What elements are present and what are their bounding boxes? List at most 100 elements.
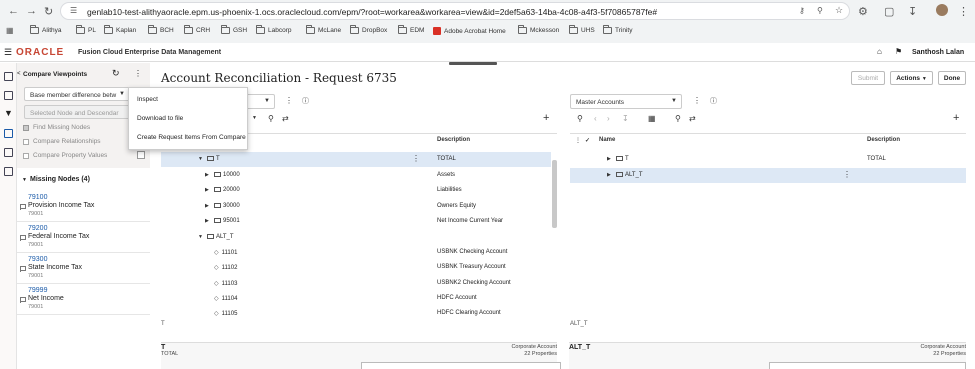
list-item[interactable]: 79999 Net Income 79001	[17, 284, 150, 315]
browser-menu-icon[interactable]: ⋮	[958, 5, 969, 18]
compare-icon[interactable]	[4, 72, 13, 81]
tab-menu-icon[interactable]: ▢	[884, 5, 894, 18]
scrollbar[interactable]	[552, 160, 557, 228]
key-icon[interactable]: ⚷	[799, 6, 805, 15]
property-field[interactable]	[769, 362, 966, 369]
chevron-down-icon[interactable]: ▼	[252, 115, 257, 121]
tree-row[interactable]: ◇ 11103 USBNK2 Checking Account	[161, 276, 551, 291]
tree-row[interactable]: ◇ 11102 USBNK Treasury Account	[161, 260, 551, 275]
tree-row[interactable]: ◇ 11105 HDFC Clearing Account	[161, 306, 551, 318]
property-picker-icon[interactable]	[137, 151, 145, 159]
list-item[interactable]: 79200 Federal Income Tax 79001	[17, 222, 150, 253]
refresh-icon[interactable]: ↻	[112, 68, 120, 79]
tree-row[interactable]: ▶ T TOTAL	[570, 152, 966, 167]
more-icon[interactable]: ⋮	[412, 154, 420, 163]
viewpoint-icon[interactable]	[4, 129, 13, 138]
property-field[interactable]	[361, 362, 561, 369]
more-icon[interactable]: ⋮	[693, 96, 701, 105]
bookmark-uhs[interactable]: UHS	[569, 25, 595, 34]
drawer-handle[interactable]	[449, 62, 497, 65]
forward-icon[interactable]: →	[26, 5, 37, 17]
validation-icon[interactable]	[4, 148, 13, 157]
tree-row[interactable]: ▶ 20000 Liabilities	[161, 183, 551, 198]
sync-icon[interactable]: ⇄	[689, 114, 696, 123]
tree-row[interactable]: ▶ 10000 Assets	[161, 168, 551, 183]
tree-row[interactable]: ▶ 95001 Net Income Current Year	[161, 214, 551, 229]
search-icon[interactable]: ⚲	[268, 114, 274, 123]
user-name[interactable]: Santhosh Lalan	[912, 49, 964, 56]
info-icon[interactable]: ⓘ	[302, 96, 309, 106]
tree-row[interactable]: ▼ T ⋮ TOTAL	[161, 152, 551, 167]
bookmark-star-icon[interactable]: ☆	[835, 5, 843, 16]
tree-row[interactable]: ▼ ALT_T	[161, 230, 551, 245]
check-icon[interactable]: ✓	[585, 137, 590, 144]
bookmark-mckesson[interactable]: Mckesson	[518, 25, 559, 34]
home-icon[interactable]: ⌂	[877, 47, 882, 56]
expand-icon[interactable]: ▶	[607, 172, 611, 178]
expand-icon[interactable]: ▼	[198, 234, 203, 240]
reload-icon[interactable]: ↻	[44, 5, 53, 18]
bookmark-pl[interactable]: PL	[76, 25, 96, 34]
bookmark-gsh[interactable]: GSH	[221, 25, 247, 34]
actions-button[interactable]: Actions ▼	[890, 71, 933, 85]
expand-icon[interactable]: ▶	[205, 187, 209, 193]
compare-property-values-checkbox[interactable]: Compare Property Values	[23, 152, 107, 159]
search-icon[interactable]: ⚲	[577, 114, 583, 123]
bookmark-dropbox[interactable]: DropBox	[350, 25, 387, 34]
tree-row[interactable]: ◇ 11101 USBNK Checking Account	[161, 245, 551, 260]
tree-row[interactable]: ◇ 11104 HDFC Account	[161, 291, 551, 306]
sync-icon[interactable]: ⇄	[282, 114, 289, 123]
expand-icon[interactable]: ▶	[607, 156, 611, 162]
back-icon[interactable]: ←	[8, 5, 19, 17]
menu-item-create-request-items[interactable]: Create Request Items From Compare	[137, 134, 246, 141]
tree-row[interactable]: ▶ 30000 Owners Equity	[161, 199, 551, 214]
bookmark-bch[interactable]: BCH	[148, 25, 174, 34]
expand-icon[interactable]: ▶	[205, 203, 209, 209]
bookmark-alithya[interactable]: Alithya	[30, 25, 62, 34]
compare-relationships-checkbox[interactable]: Compare Relationships	[23, 138, 101, 145]
extensions-icon[interactable]: ⚙	[858, 5, 868, 18]
menu-item-inspect[interactable]: Inspect	[137, 96, 158, 103]
zoom-icon[interactable]: ⚲	[817, 6, 823, 15]
chevron-down-icon[interactable]: ▼	[22, 177, 27, 183]
download-icon[interactable]: ↧	[622, 114, 629, 123]
find-missing-nodes-checkbox[interactable]: Find Missing Nodes	[23, 124, 90, 131]
tree-row[interactable]: ▶ ALT_T ⋮	[570, 168, 966, 183]
submit-button[interactable]: Submit	[851, 71, 885, 85]
menu-item-download[interactable]: Download to file	[137, 115, 183, 122]
more-icon[interactable]: ⋮	[575, 137, 581, 144]
bookmark-adobe[interactable]: Adobe Acrobat Home	[433, 27, 506, 35]
list-item[interactable]: 79300 State Income Tax 79001	[17, 253, 150, 284]
more-icon[interactable]: ⋮	[285, 96, 293, 105]
download-icon[interactable]: ↧	[908, 5, 917, 18]
expand-icon[interactable]: ▶	[205, 172, 209, 178]
hamburger-icon[interactable]: ☰	[4, 47, 12, 58]
list-item[interactable]: 79100 Provision Income Tax 79001	[17, 191, 150, 222]
add-icon[interactable]: +	[953, 112, 959, 124]
bookmark-mclane[interactable]: McLane	[306, 25, 341, 34]
collapse-icon[interactable]: <	[17, 71, 21, 77]
more-icon[interactable]: ⋮	[134, 69, 142, 78]
chevron-right-icon[interactable]: ›	[607, 114, 610, 123]
expand-icon[interactable]: ▼	[198, 156, 203, 162]
search-icon[interactable]: ⚲	[675, 114, 681, 123]
filter-icon[interactable]: ▼	[4, 108, 13, 118]
hierarchy-icon[interactable]: ▦	[648, 114, 656, 123]
bookmark-trinity[interactable]: Trinity	[603, 25, 632, 34]
add-icon[interactable]: +	[543, 112, 549, 124]
right-viewpoint-select[interactable]: Master Accounts ▼	[570, 94, 682, 109]
transactions-icon[interactable]	[4, 167, 13, 176]
properties-icon[interactable]	[4, 91, 13, 100]
done-button[interactable]: Done	[938, 71, 966, 85]
profile-avatar[interactable]	[936, 4, 948, 16]
chevron-left-icon[interactable]: ‹	[594, 114, 597, 123]
site-info-icon[interactable]: ☰	[70, 6, 77, 15]
node-scope-select[interactable]: Selected Node and Descendar	[24, 105, 130, 119]
expand-icon[interactable]: ▶	[205, 218, 209, 224]
bookmark-labcorp[interactable]: Labcorp	[256, 25, 292, 34]
apps-icon[interactable]: ▦	[6, 26, 14, 35]
info-icon[interactable]: ⓘ	[710, 96, 717, 106]
bookmark-crh[interactable]: CRH	[184, 25, 210, 34]
bookmark-edm[interactable]: EDM	[398, 25, 424, 34]
compare-type-select[interactable]: Base member difference betw ▼	[24, 87, 130, 101]
